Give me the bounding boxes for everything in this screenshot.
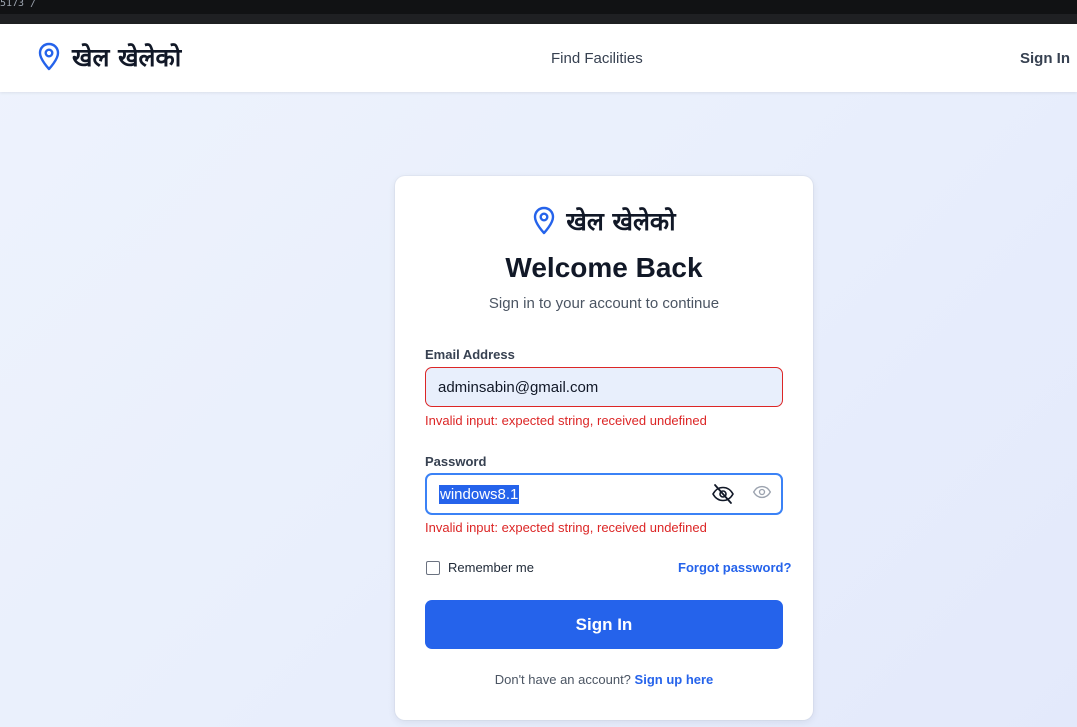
browser-top-strip: 5173 /	[0, 0, 1077, 24]
email-error: Invalid input: expected string, received…	[425, 413, 707, 428]
sign-up-link[interactable]: Sign up here	[635, 672, 714, 687]
forgot-password-link[interactable]: Forgot password?	[678, 560, 791, 575]
brand-logo[interactable]: खेल खेलेको	[36, 40, 181, 74]
password-label: Password	[425, 454, 487, 469]
remember-me-label[interactable]: Remember me	[448, 560, 534, 575]
email-value: adminsabin@gmail.com	[438, 378, 599, 396]
password-error: Invalid input: expected string, received…	[425, 520, 707, 535]
eye-slash-icon[interactable]	[711, 482, 735, 506]
signup-prompt: Don't have an account? Sign up here	[395, 672, 813, 687]
eye-icon[interactable]	[752, 482, 772, 502]
card-brand-name: खेल खेलेको	[566, 207, 676, 236]
password-value: windows8.1	[439, 484, 520, 504]
map-pin-icon	[534, 206, 555, 235]
signup-prompt-text: Don't have an account?	[494, 672, 631, 687]
page-subtitle: Sign in to your account to continue	[488, 295, 720, 312]
card-brand: खेल खेलेको	[395, 204, 813, 238]
top-navbar: खेल खेलेको Find Facilities Sign In	[0, 24, 1077, 92]
map-pin-icon	[38, 42, 60, 71]
browser-address-area: 5173 /	[0, 0, 1077, 14]
nav-find-facilities[interactable]: Find Facilities	[551, 50, 643, 67]
email-field[interactable]: adminsabin@gmail.com	[425, 367, 783, 407]
login-card: खेल खेलेको Welcome Back Sign in to your …	[395, 176, 813, 720]
remember-me-checkbox[interactable]	[426, 561, 440, 575]
sign-in-button[interactable]: Sign In	[425, 600, 783, 649]
page-title: Welcome Back	[505, 252, 703, 283]
address-fragment: 5173 /	[0, 0, 37, 9]
nav-sign-in[interactable]: Sign In	[1020, 50, 1070, 67]
brand-name: खेल खेलेको	[72, 43, 182, 72]
email-label: Email Address	[425, 347, 515, 362]
